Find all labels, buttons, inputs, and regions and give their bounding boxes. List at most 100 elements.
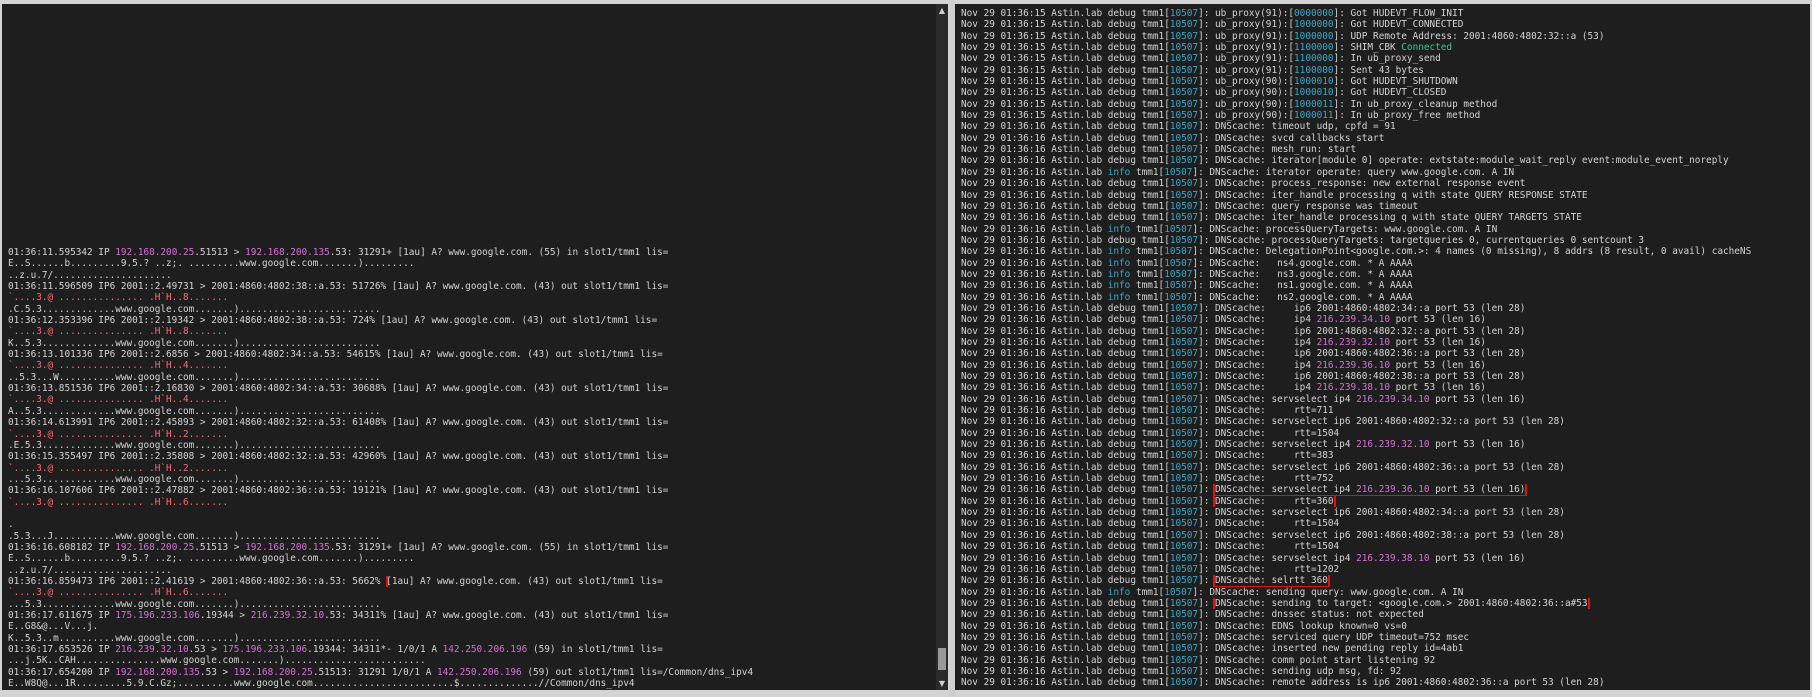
terminal-line: Nov 29 01:36:15 Astin.lab debug tmm1[105…	[961, 76, 1751, 87]
left-terminal-pane[interactable]: 01:36:11.595342 IP 192.168.200.25.51513 …	[2, 4, 938, 690]
terminal-text: Nov 29 01:36:16 Astin.lab debug tmm1[	[961, 155, 1170, 167]
terminal-text: ]: DNScache: servselect ip6 2001:4860:48…	[1198, 461, 1565, 473]
terminal-text: port 53 (len 16)	[1429, 552, 1526, 564]
terminal-text: info	[1107, 246, 1131, 258]
terminal-line: Nov 29 01:36:15 Astin.lab debug tmm1[105…	[961, 65, 1751, 76]
terminal-text: ]: DNScache: query response was timeout	[1198, 200, 1419, 212]
terminal-line: A..5.3.............www.google.com.......…	[8, 406, 753, 417]
terminal-text: 10507	[1169, 234, 1199, 246]
terminal-text: 10507	[1169, 371, 1199, 382]
terminal-line: Nov 29 01:36:16 Astin.lab info tmm1[1050…	[961, 587, 1751, 598]
terminal-text: 216.239.38.10	[1316, 382, 1390, 394]
scroll-down-icon[interactable]: ▼	[936, 679, 948, 688]
terminal-text: Nov 29 01:36:16 Astin.lab debug tmm1[	[961, 325, 1170, 337]
terminal-text: Nov 29 01:36:16 Astin.lab debug tmm1[	[961, 450, 1170, 462]
terminal-line: ..z.u.7/.....................	[8, 270, 753, 281]
terminal-text: Nov 29 01:36:16 Astin.lab debug tmm1[	[961, 665, 1170, 677]
terminal-line: Nov 29 01:36:16 Astin.lab debug tmm1[105…	[961, 621, 1751, 632]
left-scrollbar[interactable]: ▲ ▼	[936, 4, 948, 690]
terminal-text: Nov 29 01:36:16 Astin.lab	[961, 291, 1108, 303]
terminal-line: Nov 29 01:36:16 Astin.lab debug tmm1[105…	[961, 450, 1751, 461]
terminal-line: Nov 29 01:36:15 Astin.lab debug tmm1[105…	[961, 31, 1751, 42]
terminal-text: ]: DNScache: iter_handle processing q wi…	[1198, 212, 1582, 224]
terminal-line: .C.5.3.............www.google.com.......…	[8, 304, 753, 315]
terminal-text: ]: DNScache: ip4	[1198, 314, 1317, 326]
terminal-text: 10507	[1169, 359, 1199, 371]
terminal-text: 10507	[1169, 665, 1199, 677]
terminal-text: 10507	[1164, 268, 1193, 280]
terminal-text: .19344: 34311*- 1/0/1 A	[307, 644, 443, 656]
terminal-text: Nov 29 01:36:16 Astin.lab debug tmm1[	[961, 359, 1170, 371]
terminal-text: 01:36:15.355497 IP6 2001::2.35808 > 2001…	[8, 451, 669, 463]
terminal-text: Nov 29 01:36:16 Astin.lab debug tmm1[	[961, 495, 1170, 507]
terminal-line: 01:36:11.596509 IP6 2001::2.49731 > 2001…	[8, 281, 753, 292]
terminal-text: 10507	[1164, 223, 1193, 235]
terminal-text: 10507	[1164, 257, 1193, 269]
right-terminal-pane[interactable]: Nov 29 01:36:15 Astin.lab debug tmm1[ 105…	[955, 4, 1810, 690]
terminal-text: ]: ub_proxy(91):[	[1198, 30, 1295, 42]
terminal-line: `....3.@ ............... .H`H..6.......	[8, 587, 753, 598]
terminal-text: Nov 29 01:36:16 Astin.lab	[961, 246, 1108, 258]
terminal-text: Nov 29 01:36:16 Astin.lab	[961, 166, 1108, 178]
terminal-text: ]: DNScache: ip4	[1198, 336, 1317, 348]
terminal-text: Nov 29 01:36:15 Astin.lab debug tmm1[	[961, 19, 1170, 31]
terminal-text: Connected	[1401, 42, 1453, 54]
terminal-line: Nov 29 01:36:16 Astin.lab debug tmm1[105…	[961, 462, 1751, 473]
terminal-text: DNScache: selrtt 360	[1215, 575, 1328, 587]
terminal-text: 10507	[1169, 189, 1199, 201]
terminal-line: Nov 29 01:36:16 Astin.lab debug tmm1[105…	[961, 360, 1751, 371]
terminal-text: `....3.@ ............... .H`H..8.......	[8, 292, 229, 304]
terminal-line: Nov 29 01:36:16 Astin.lab info tmm1[1050…	[961, 269, 1751, 280]
terminal-text: 10507	[1169, 416, 1199, 428]
terminal-text: 175.196.233.106	[115, 610, 200, 621]
terminal-line: ..5.3...W..........www.google.com.......…	[8, 372, 753, 383]
terminal-text: 10507	[1169, 325, 1199, 337]
terminal-text: Nov 29 01:36:16 Astin.lab debug tmm1[	[961, 609, 1170, 621]
terminal-text: 10507	[1169, 155, 1199, 167]
terminal-text: ..5.3...W..........www.google.com.......…	[8, 371, 381, 383]
terminal-text: [1au] A? www.google.com. (43) out slot1/…	[386, 575, 663, 587]
terminal-text: ]: DNScache: svcd callbacks start	[1198, 132, 1385, 144]
terminal-line: Nov 29 01:36:16 Astin.lab debug tmm1[105…	[961, 655, 1751, 666]
terminal-text: Nov 29 01:36:16 Astin.lab debug tmm1[	[961, 200, 1170, 212]
terminal-text: ]: DNScache: servselect ip6 2001:4860:48…	[1198, 507, 1565, 519]
terminal-line: `....3.@ ............... .H`H..4.......	[8, 360, 753, 371]
terminal-text: 10507	[1169, 484, 1199, 496]
terminal-line: E..W8Q@...1R.........5.9.C.Gz;..........…	[8, 678, 753, 689]
terminal-text: 1000010	[1294, 87, 1334, 99]
terminal-text: DNScache: sending to target: <google.com…	[1215, 597, 1588, 609]
terminal-text: Nov 29 01:36:15 Astin.lab debug tmm1[	[961, 42, 1170, 54]
scroll-up-icon[interactable]: ▲	[936, 6, 948, 15]
terminal-text: Nov 29 01:36:16 Astin.lab debug tmm1[	[961, 382, 1170, 394]
terminal-line: Nov 29 01:36:16 Astin.lab debug tmm1[105…	[961, 553, 1751, 564]
terminal-line: ...5.3.............www.google.com.......…	[8, 599, 753, 610]
terminal-text: E..S......b.........9.5.? ..z;. ........…	[8, 258, 415, 270]
terminal-line: Nov 29 01:36:16 Astin.lab debug tmm1[105…	[961, 394, 1751, 405]
terminal-text: port 53 (len 16)	[1389, 336, 1486, 348]
terminal-line: 01:36:16.859473 IP6 2001::2.41619 > 2001…	[8, 575, 753, 588]
terminal-text: E..W8Q@...1R.........5.9.C.Gz;..........…	[8, 678, 635, 690]
terminal-text: Nov 29 01:36:16 Astin.lab debug tmm1[	[961, 552, 1170, 564]
terminal-text: ]: DNScache: ns2.google.com. * A AAAA	[1192, 291, 1413, 303]
terminal-text: 10507	[1169, 473, 1199, 485]
terminal-text: ]: DNScache: rtt=1504	[1198, 427, 1340, 439]
terminal-line: Nov 29 01:36:16 Astin.lab debug tmm1[105…	[961, 326, 1751, 337]
scrollbar-thumb[interactable]	[938, 648, 946, 670]
terminal-text: ]: DNScache: ip4	[1198, 382, 1317, 394]
terminal-text: Nov 29 01:36:16 Astin.lab debug tmm1[	[961, 563, 1170, 575]
terminal-text: 10507	[1169, 336, 1199, 348]
terminal-text: ]: DNScache: rtt=711	[1198, 405, 1334, 417]
terminal-line: E..G8&@...V...j.	[8, 621, 753, 632]
terminal-text: 10507	[1169, 405, 1199, 417]
terminal-text: ]: Sent 43 bytes	[1333, 64, 1424, 76]
terminal-text: `....3.@ ............... .H`H..2.......	[8, 428, 229, 440]
terminal-line: Nov 29 01:36:16 Astin.lab debug tmm1[105…	[961, 484, 1751, 496]
terminal-line: Nov 29 01:36:16 Astin.lab debug tmm1[105…	[961, 677, 1751, 688]
terminal-text: Nov 29 01:36:16 Astin.lab debug tmm1[	[961, 348, 1170, 360]
terminal-line: Nov 29 01:36:16 Astin.lab debug tmm1[105…	[961, 133, 1751, 144]
terminal-text: Nov 29 01:36:16 Astin.lab debug tmm1[	[961, 461, 1170, 473]
highlight-box: DNScache: rtt=360	[1213, 495, 1336, 508]
terminal-text: Nov 29 01:36:15 Astin.lab debug tmm1[	[961, 64, 1170, 76]
terminal-text: ]: DNScache: serviced query UDP timeout=…	[1198, 631, 1470, 643]
